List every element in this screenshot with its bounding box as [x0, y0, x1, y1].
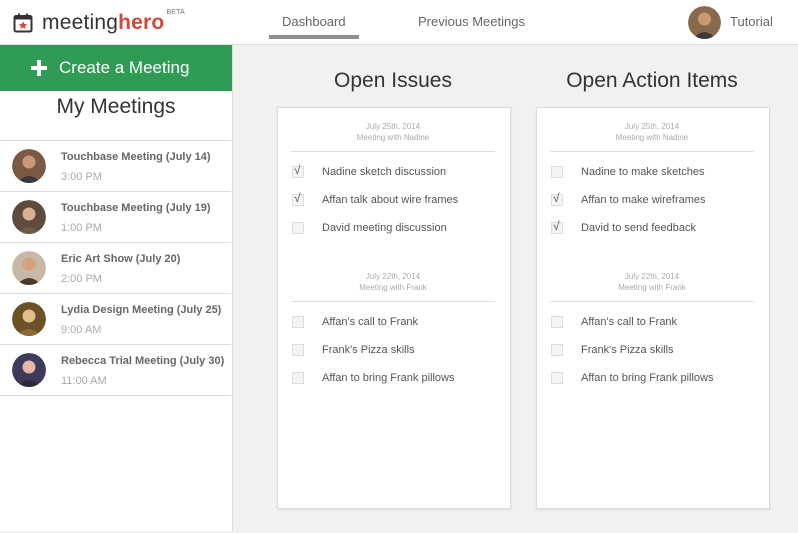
- avatar: [12, 302, 46, 336]
- plus-icon: [31, 60, 47, 76]
- action-label: Nadine to make sketches: [581, 166, 705, 178]
- divider: [550, 301, 754, 302]
- meeting-title: Eric Art Show (July 20): [61, 253, 181, 265]
- meeting-item[interactable]: Eric Art Show (July 20) 2:00 PM: [0, 243, 231, 294]
- issue-item[interactable]: √ Nadine sketch discussion: [292, 163, 447, 178]
- action-label: Affan to bring Frank pillows: [581, 372, 714, 384]
- meeting-title: Touchbase Meeting (July 14): [61, 151, 211, 163]
- issue-item[interactable]: Affan to bring Frank pillows: [292, 372, 454, 384]
- group-date: July 22th, 2014: [624, 272, 680, 281]
- issue-item[interactable]: David meeting discussion: [292, 222, 447, 234]
- user-avatar[interactable]: [688, 6, 721, 39]
- checkbox[interactable]: √: [292, 163, 304, 178]
- logo-bold: hero: [118, 11, 165, 34]
- meeting-item[interactable]: Lydia Design Meeting (July 25) 9:00 AM: [0, 294, 231, 345]
- action-item[interactable]: √ Affan to make wireframes: [551, 191, 706, 206]
- action-label: Affan's call to Frank: [581, 316, 678, 328]
- open-action-items-title: Open Action Items: [566, 69, 738, 92]
- checkbox[interactable]: [551, 372, 563, 384]
- action-item[interactable]: Affan's call to Frank: [551, 316, 677, 328]
- checkbox[interactable]: [292, 222, 304, 234]
- create-meeting-label: Create a Meeting: [59, 58, 190, 77]
- checkbox[interactable]: √: [551, 219, 563, 234]
- calendar-star-icon: [13, 13, 33, 33]
- app-logo[interactable]: meetinghero BETA: [13, 9, 186, 35]
- avatar: [12, 353, 46, 387]
- open-action-items-card: July 25th, 2014 Meeting with Nadine Nadi…: [536, 107, 770, 509]
- tab-previous-meetings[interactable]: Previous Meetings: [418, 14, 525, 29]
- meeting-title: Touchbase Meeting (July 19): [61, 202, 211, 214]
- logo-regular: meeting: [42, 11, 119, 34]
- meeting-list: Touchbase Meeting (July 14) 3:00 PM Touc…: [0, 140, 231, 396]
- divider: [291, 301, 495, 302]
- checkbox[interactable]: √: [292, 191, 304, 206]
- group-meeting: Meeting with Nadine: [356, 133, 430, 142]
- action-item[interactable]: Affan to bring Frank pillows: [551, 372, 713, 384]
- avatar: [12, 251, 46, 285]
- issue-label: Frank's Pizza skills: [322, 344, 415, 356]
- check-icon: √: [294, 191, 301, 205]
- group-date: July 25th, 2014: [365, 122, 421, 131]
- check-icon: √: [294, 163, 301, 177]
- issue-item[interactable]: Frank's Pizza skills: [292, 344, 415, 356]
- open-issues-card: July 25th, 2014 Meeting with Nadine √ Na…: [277, 107, 511, 509]
- issue-label: Affan to bring Frank pillows: [322, 372, 455, 384]
- issue-label: David meeting discussion: [322, 222, 447, 234]
- checkbox[interactable]: √: [551, 191, 563, 206]
- action-label: Affan to make wireframes: [581, 194, 706, 206]
- create-meeting-button[interactable]: Create a Meeting: [0, 45, 232, 91]
- checkbox[interactable]: [551, 316, 563, 328]
- action-item[interactable]: √ David to send feedback: [551, 219, 696, 234]
- issue-label: Nadine sketch discussion: [322, 166, 447, 178]
- checkbox[interactable]: [551, 344, 563, 356]
- check-icon: √: [553, 219, 560, 233]
- check-icon: √: [553, 191, 560, 205]
- meeting-time: 9:00 AM: [61, 324, 102, 336]
- my-meetings-title: My Meetings: [56, 95, 176, 118]
- meeting-item[interactable]: Rebecca Trial Meeting (July 30) 11:00 AM: [0, 345, 231, 396]
- open-issues-title: Open Issues: [334, 69, 452, 92]
- checkbox[interactable]: [292, 316, 304, 328]
- divider: [291, 151, 495, 152]
- meeting-time: 3:00 PM: [61, 171, 102, 183]
- avatar: [12, 200, 46, 234]
- group-date: July 22th, 2014: [365, 272, 421, 281]
- group-header: July 25th, 2014 Meeting with Nadine: [291, 121, 495, 143]
- meeting-title: Rebecca Trial Meeting (July 30): [61, 355, 225, 367]
- meeting-time: 2:00 PM: [61, 273, 102, 285]
- group-header: July 25th, 2014 Meeting with Nadine: [550, 121, 754, 143]
- checkbox[interactable]: [292, 372, 304, 384]
- group-date: July 25th, 2014: [624, 122, 680, 131]
- group-meeting: Meeting with Nadine: [615, 133, 689, 142]
- sidebar: Create a Meeting My Meetings Touchbase M…: [0, 45, 233, 531]
- divider: [550, 151, 754, 152]
- group-meeting: Meeting with Frank: [359, 283, 427, 292]
- action-item[interactable]: Nadine to make sketches: [551, 166, 705, 178]
- issue-label: Affan's call to Frank: [322, 316, 419, 328]
- avatar: [12, 149, 46, 183]
- meeting-title: Lydia Design Meeting (July 25): [61, 304, 222, 316]
- tab-dashboard[interactable]: Dashboard: [269, 14, 359, 39]
- checkbox[interactable]: [551, 166, 563, 178]
- group-meeting: Meeting with Frank: [618, 283, 686, 292]
- group-header: July 22th, 2014 Meeting with Frank: [550, 271, 754, 293]
- issue-label: Affan talk about wire frames: [322, 194, 459, 206]
- meeting-time: 11:00 AM: [61, 375, 107, 387]
- tutorial-link[interactable]: Tutorial: [730, 14, 773, 29]
- action-item[interactable]: Frank's Pizza skills: [551, 344, 674, 356]
- action-label: Frank's Pizza skills: [581, 344, 674, 356]
- beta-badge: BETA: [166, 9, 186, 16]
- action-label: David to send feedback: [581, 222, 696, 234]
- top-bar: meetinghero BETA Dashboard Previous Meeti…: [0, 0, 798, 45]
- meeting-time: 1:00 PM: [61, 222, 102, 234]
- meeting-item[interactable]: Touchbase Meeting (July 14) 3:00 PM: [0, 141, 231, 192]
- meeting-item[interactable]: Touchbase Meeting (July 19) 1:00 PM: [0, 192, 231, 243]
- group-header: July 22th, 2014 Meeting with Frank: [291, 271, 495, 293]
- issue-item[interactable]: Affan's call to Frank: [292, 316, 418, 328]
- checkbox[interactable]: [292, 344, 304, 356]
- issue-item[interactable]: √ Affan talk about wire frames: [292, 191, 459, 206]
- logo-wordmark: meetinghero BETA: [42, 9, 186, 35]
